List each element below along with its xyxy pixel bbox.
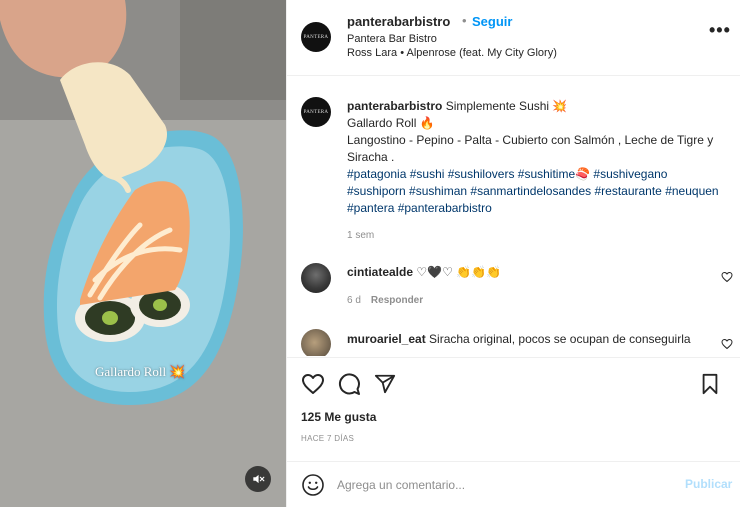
- caption-hashtags[interactable]: #patagonia #sushi #sushilovers #sushitim…: [347, 167, 719, 215]
- caption-line3: Langostino - Pepino - Palta - Cubierto c…: [347, 133, 714, 164]
- caption-username[interactable]: panterabarbistro: [347, 99, 442, 113]
- speaker-muted-icon: [253, 474, 265, 484]
- reply-button[interactable]: Responder: [371, 295, 423, 306]
- header-separator: •: [462, 13, 467, 28]
- share-button[interactable]: [372, 371, 398, 397]
- comment-meta: 6 d Responder: [347, 295, 423, 306]
- comment-username[interactable]: cintiatealde: [347, 265, 413, 279]
- post-header: PANTERA panterabarbistro • Seguir Panter…: [287, 0, 740, 76]
- follow-button[interactable]: Seguir: [472, 14, 512, 29]
- account-avatar[interactable]: PANTERA: [301, 22, 331, 52]
- comment-text: cintiatealde ♡🖤♡ 👏👏👏: [347, 265, 501, 279]
- comment-button[interactable]: [336, 371, 362, 397]
- paper-plane-icon: [374, 374, 396, 394]
- publish-button[interactable]: Publicar: [685, 477, 732, 491]
- like-comment-heart-icon[interactable]: [721, 338, 733, 350]
- bookmark-icon: [702, 373, 718, 395]
- comment-avatar[interactable]: [301, 329, 331, 356]
- comment-body: Siracha original, pocos se ocupan de con…: [425, 332, 691, 346]
- post-caption: panterabarbistro Simplemente Sushi 💥 Gal…: [347, 98, 727, 217]
- caption-author-avatar[interactable]: PANTERA: [301, 97, 331, 127]
- location-link[interactable]: Pantera Bar Bistro: [347, 33, 437, 45]
- add-comment-bar: Publicar: [287, 461, 740, 507]
- video-overlay-caption: Gallardo Roll 💥: [95, 364, 186, 379]
- audio-link[interactable]: Ross Lara • Alpenrose (feat. My City Glo…: [347, 47, 557, 59]
- caption-timestamp[interactable]: 1 sem: [347, 230, 374, 241]
- comment-bubble-icon: [338, 373, 360, 395]
- comments-section[interactable]: PANTERA panterabarbistro Simplemente Sus…: [287, 77, 740, 356]
- comment-username[interactable]: muroariel_eat: [347, 332, 426, 346]
- caption-line1: Simplemente Sushi 💥: [442, 99, 568, 113]
- comment-text: muroariel_eat Siracha original, pocos se…: [347, 332, 691, 346]
- post-date[interactable]: HACE 7 DÍAS: [301, 434, 354, 443]
- mute-button[interactable]: [245, 466, 271, 492]
- save-button[interactable]: [697, 371, 723, 397]
- instagram-post: Gallardo Roll 💥 PANTERA panterabarbistro…: [0, 0, 740, 507]
- comment-time[interactable]: 6 d: [347, 295, 361, 306]
- heart-icon: [302, 374, 324, 394]
- post-details-panel: PANTERA panterabarbistro • Seguir Panter…: [286, 0, 740, 507]
- emoji-icon[interactable]: [301, 473, 325, 497]
- caption-line2: Gallardo Roll 🔥: [347, 116, 435, 130]
- likes-count[interactable]: 125 Me gusta: [301, 410, 376, 424]
- sushi-video-frame: [0, 0, 286, 507]
- comment-avatar[interactable]: [301, 263, 331, 293]
- more-options-button[interactable]: •••: [709, 20, 731, 41]
- avatar-logo-text: PANTERA: [303, 34, 329, 40]
- post-actions: 125 Me gusta HACE 7 DÍAS: [287, 357, 740, 461]
- like-comment-heart-icon[interactable]: [721, 271, 733, 283]
- comment-body: ♡🖤♡ 👏👏👏: [413, 265, 501, 279]
- account-username[interactable]: panterabarbistro: [347, 14, 450, 29]
- avatar-logo-text: PANTERA: [303, 109, 329, 115]
- post-media[interactable]: Gallardo Roll 💥: [0, 0, 286, 507]
- like-button[interactable]: [300, 371, 326, 397]
- comment-input[interactable]: [337, 475, 667, 495]
